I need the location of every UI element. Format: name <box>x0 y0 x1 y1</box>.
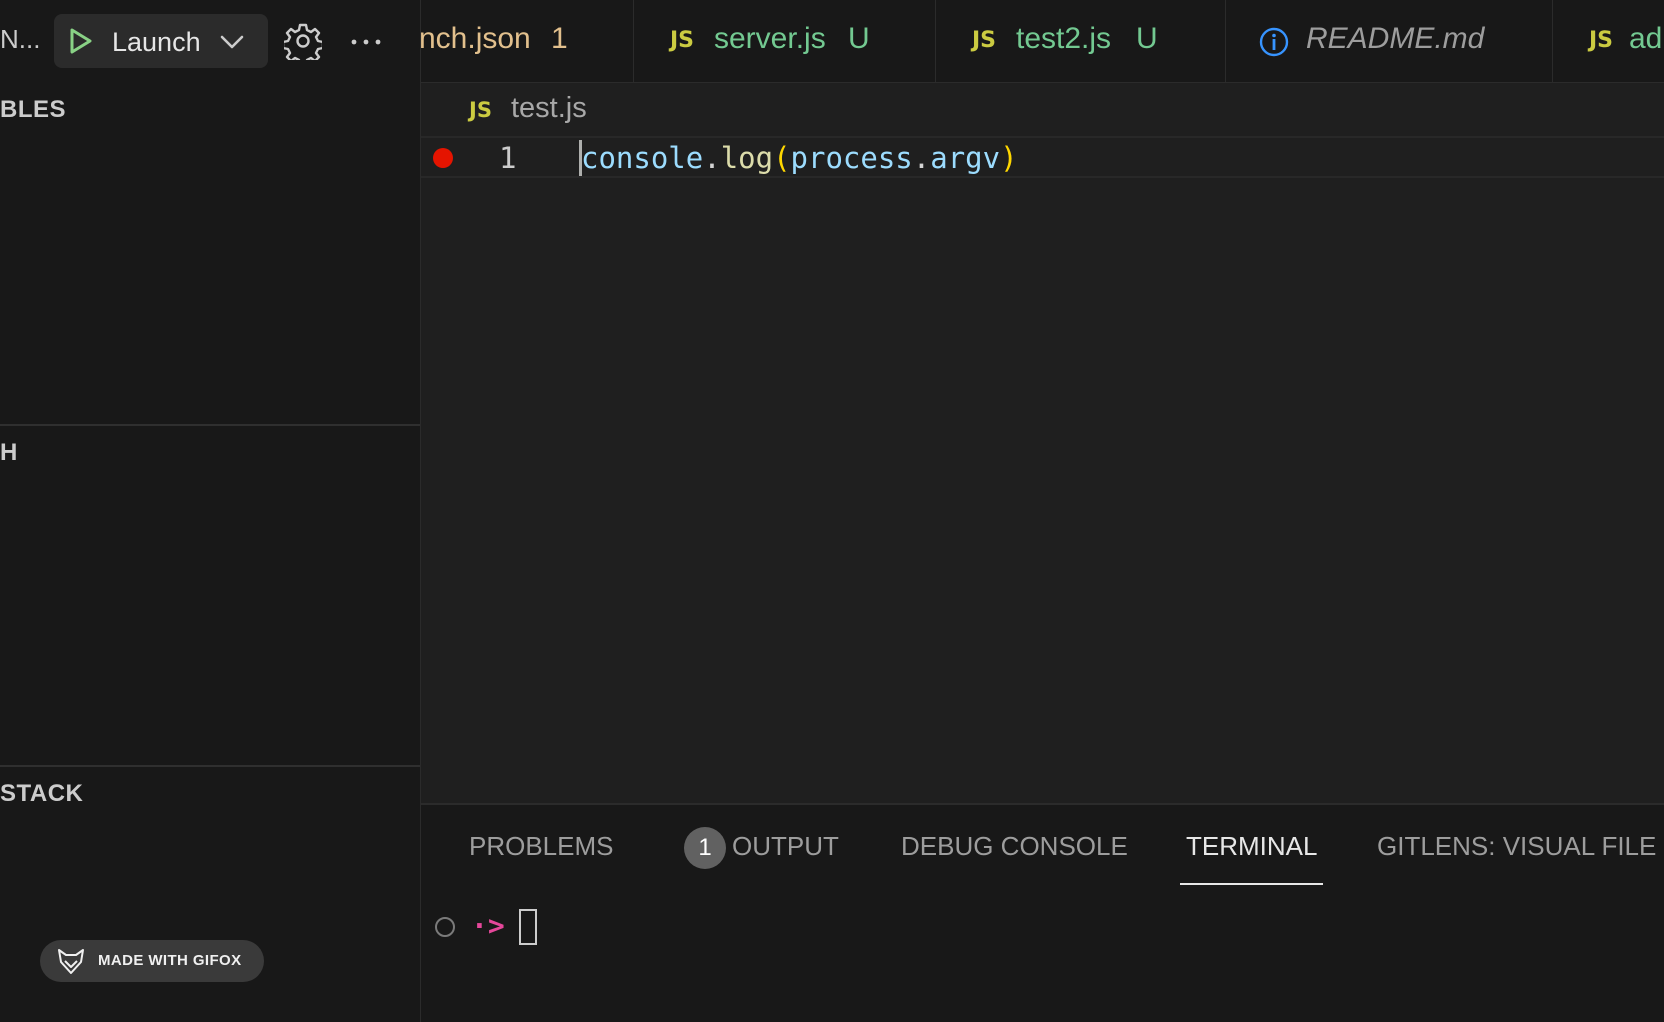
tab-label: PROBLEMS <box>469 831 614 861</box>
tab-label: server.js <box>714 22 826 55</box>
vscode-window: N... Launch BLES H STACK MADE WITH GIFOX… <box>0 0 1664 1022</box>
debug-sidebar: N... Launch BLES H STACK MADE WITH GIFOX <box>0 0 421 1022</box>
tab-terminal[interactable]: TERMINAL <box>1180 831 1323 885</box>
gifox-label: MADE WITH GIFOX <box>98 952 242 969</box>
gifox-watermark: MADE WITH GIFOX <box>40 940 264 982</box>
text-cursor <box>579 140 582 176</box>
code-token: ) <box>1000 141 1018 175</box>
watch-section-header[interactable]: H <box>0 439 420 467</box>
code-token: process <box>790 141 913 175</box>
more-actions-icon[interactable] <box>346 22 386 62</box>
tab-untracked-badge: U <box>848 22 870 55</box>
active-tab-underline <box>1180 883 1323 885</box>
tab-label: DEBUG CONSOLE <box>901 831 1128 861</box>
call-stack-section-header[interactable]: STACK <box>0 780 420 808</box>
tab-label: nch.json <box>421 22 531 55</box>
code-token: console <box>581 141 704 175</box>
tab-label: TERMINAL <box>1186 831 1318 861</box>
code-token: . <box>912 141 931 175</box>
code-token: ( <box>773 141 791 175</box>
tab-gitlens[interactable]: GITLENS: VISUAL FILE <box>1377 831 1656 885</box>
terminal-status-circle-icon <box>435 917 455 937</box>
editor-area: nch.json 1 JS server.js U JS test2.js U <box>421 0 1664 1022</box>
section-divider[interactable] <box>0 765 420 767</box>
tab-problem-badge: 1 <box>551 22 568 55</box>
tab-ad[interactable]: JS ad <box>1553 0 1664 82</box>
code-token: . <box>703 141 721 175</box>
info-icon <box>1259 27 1289 57</box>
tab-label: ad <box>1629 22 1663 55</box>
code-token: log <box>720 141 774 175</box>
breakpoint-dot[interactable] <box>433 148 453 168</box>
terminal-prompt: ·> <box>471 909 505 942</box>
launch-config-dropdown[interactable]: Launch <box>54 14 268 68</box>
gear-icon[interactable] <box>284 22 322 60</box>
breadcrumb-file[interactable]: test.js <box>511 92 587 125</box>
tab-untracked-badge: U <box>1136 22 1158 55</box>
js-file-icon: JS <box>670 28 695 53</box>
tab-debug-console[interactable]: DEBUG CONSOLE <box>901 831 1128 885</box>
tab-label: README.md <box>1306 22 1485 55</box>
js-file-icon: JS <box>469 98 492 122</box>
fox-icon <box>58 949 84 974</box>
editor-tabs-bar: nch.json 1 JS server.js U JS test2.js U <box>421 0 1664 83</box>
code-text[interactable]: console.log(process.argv) <box>581 141 1018 175</box>
variables-section-header[interactable]: BLES <box>0 96 420 124</box>
problems-count-badge: 1 <box>684 827 726 869</box>
tab-output[interactable]: OUTPUT <box>732 831 839 885</box>
tab-readme-md[interactable]: README.md <box>1226 0 1553 82</box>
debug-toolbar: N... Launch <box>0 0 420 84</box>
code-token: argv <box>930 141 1001 175</box>
play-icon[interactable] <box>64 26 94 56</box>
js-file-icon: JS <box>1589 28 1614 53</box>
js-file-icon: JS <box>972 28 997 53</box>
chevron-down-icon <box>220 35 244 49</box>
code-line[interactable]: 1 console.log(process.argv) <box>421 136 1664 178</box>
tab-server-js[interactable]: JS server.js U <box>634 0 936 82</box>
tab-label: OUTPUT <box>732 831 839 861</box>
line-number: 1 <box>499 141 517 175</box>
tab-test2-js[interactable]: JS test2.js U <box>936 0 1226 82</box>
launch-config-label: Launch <box>112 27 201 57</box>
debug-view-title: N... <box>0 24 41 54</box>
terminal-cursor <box>519 909 537 945</box>
bottom-panel: PROBLEMS 1 OUTPUT DEBUG CONSOLE TERMINAL… <box>421 803 1664 1022</box>
tab-problems[interactable]: PROBLEMS 1 <box>469 827 726 885</box>
tab-launch-json[interactable]: nch.json 1 <box>421 0 634 82</box>
tab-label: GITLENS: VISUAL FILE <box>1377 831 1657 861</box>
section-divider[interactable] <box>0 424 420 426</box>
tab-label: test2.js <box>1016 22 1112 55</box>
terminal-line[interactable]: ·> <box>435 905 1635 949</box>
